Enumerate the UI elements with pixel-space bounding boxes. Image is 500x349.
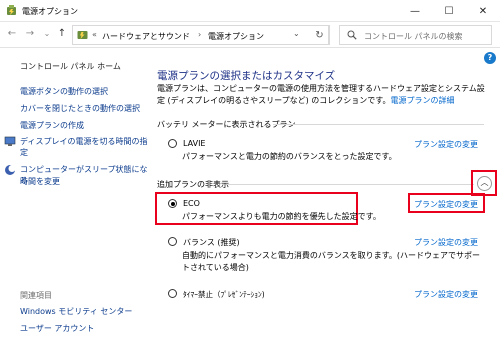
plan-radio-balanced[interactable]	[168, 237, 177, 246]
mobility-center-link[interactable]: Windows モビリティ センター	[20, 306, 132, 317]
address-dropdown[interactable]: ⌄	[293, 29, 300, 38]
refresh-button[interactable]: ↻	[310, 25, 330, 45]
change-plan-link-presentation[interactable]: プラン設定の変更	[414, 289, 478, 300]
address-bar: ← → ⌄ ↑ « ハードウェアとサウンド › 電源オプション ⌄ ↻ コントロ…	[0, 22, 500, 48]
plan-radio-eco[interactable]	[168, 199, 177, 208]
sidebar-home-link[interactable]: コントロール パネル ホーム	[20, 61, 121, 72]
title-bar: 電源オプション — ☐ ✕	[0, 0, 500, 22]
control-panel-icon	[77, 31, 88, 39]
sidebar-display-off-link[interactable]: ディスプレイの電源を切る時間の指定	[20, 136, 148, 158]
change-plan-link-eco[interactable]: プラン設定の変更	[414, 199, 478, 210]
display-icon	[4, 136, 16, 146]
power-plan-details-link[interactable]: 電源プランの詳細	[391, 96, 455, 105]
sidebar: コントロール パネル ホーム 電源ボタンの動作の選択 カバーを閉じたときの動作の…	[0, 48, 148, 349]
plan-name-eco[interactable]: ECO	[183, 199, 200, 208]
section-divider	[228, 184, 474, 185]
user-accounts-link[interactable]: ユーザー アカウント	[20, 323, 94, 334]
sidebar-sleep-link-line2[interactable]: 時間を変更	[20, 176, 60, 187]
address-overflow[interactable]: «	[92, 30, 97, 39]
plan-name-balanced[interactable]: バランス (推奨)	[183, 237, 240, 248]
plan-radio-presentation[interactable]	[168, 289, 177, 298]
breadcrumb-power-options[interactable]: 電源オプション	[208, 31, 264, 42]
change-plan-link-balanced[interactable]: プラン設定の変更	[414, 237, 478, 248]
sleep-moon-icon	[5, 165, 16, 175]
window-title: 電源オプション	[22, 7, 78, 16]
recent-locations-button[interactable]: ⌄	[40, 27, 54, 41]
up-button[interactable]: ↑	[55, 27, 69, 41]
plan-desc-eco: パフォーマンスよりも電力の節約を優先した設定です。	[182, 212, 381, 221]
sidebar-lid-close-link[interactable]: カバーを閉じたときの動作の選択	[20, 103, 140, 114]
sidebar-create-plan-link[interactable]: 電源プランの作成	[20, 120, 84, 131]
plan-desc-balanced: 自動的にパフォーマンスと電力消費のバランスを取ります。(ハードウェアでサポートさ…	[182, 251, 480, 272]
page-description: 電源プランは、コンピューターの電源の使用方法を管理するハードウェア設定とシステム…	[157, 83, 487, 107]
search-placeholder: コントロール パネルの検索	[364, 32, 463, 41]
additional-plans-heading: 追加プランの非表示	[157, 180, 229, 189]
minimize-button[interactable]: —	[398, 0, 432, 22]
section-divider	[273, 124, 484, 125]
breadcrumb-hardware-sound[interactable]: ハードウェアとサウンド	[102, 31, 190, 42]
change-plan-link-lavie[interactable]: プラン設定の変更	[414, 139, 478, 150]
search-input[interactable]: コントロール パネルの検索	[339, 25, 492, 45]
search-icon	[347, 30, 357, 40]
sidebar-power-button-link[interactable]: 電源ボタンの動作の選択	[20, 86, 108, 97]
plan-name-lavie[interactable]: LAVIE	[183, 139, 206, 148]
related-heading: 関連項目	[20, 291, 52, 300]
back-button[interactable]: ←	[5, 27, 19, 41]
close-button[interactable]: ✕	[466, 0, 500, 22]
page-title: 電源プランの選択またはカスタマイズ	[157, 70, 336, 82]
plan-desc-lavie: パフォーマンスと電力の節約のバランスをとった設定です。	[182, 152, 397, 161]
forward-button[interactable]: →	[23, 27, 37, 41]
breadcrumb-separator[interactable]: ›	[198, 30, 201, 39]
plan-name-presentation[interactable]: ﾀｲﾏｰ禁止（ﾌﾟﾚｾﾞﾝﾃｰｼｮﾝ)	[183, 289, 265, 300]
maximize-button[interactable]: ☐	[432, 0, 466, 22]
help-button[interactable]: ?	[484, 52, 496, 64]
plan-radio-lavie[interactable]	[168, 139, 177, 148]
address-box[interactable]: « ハードウェアとサウンド › 電源オプション ⌄	[72, 25, 329, 45]
power-options-icon	[7, 5, 16, 15]
